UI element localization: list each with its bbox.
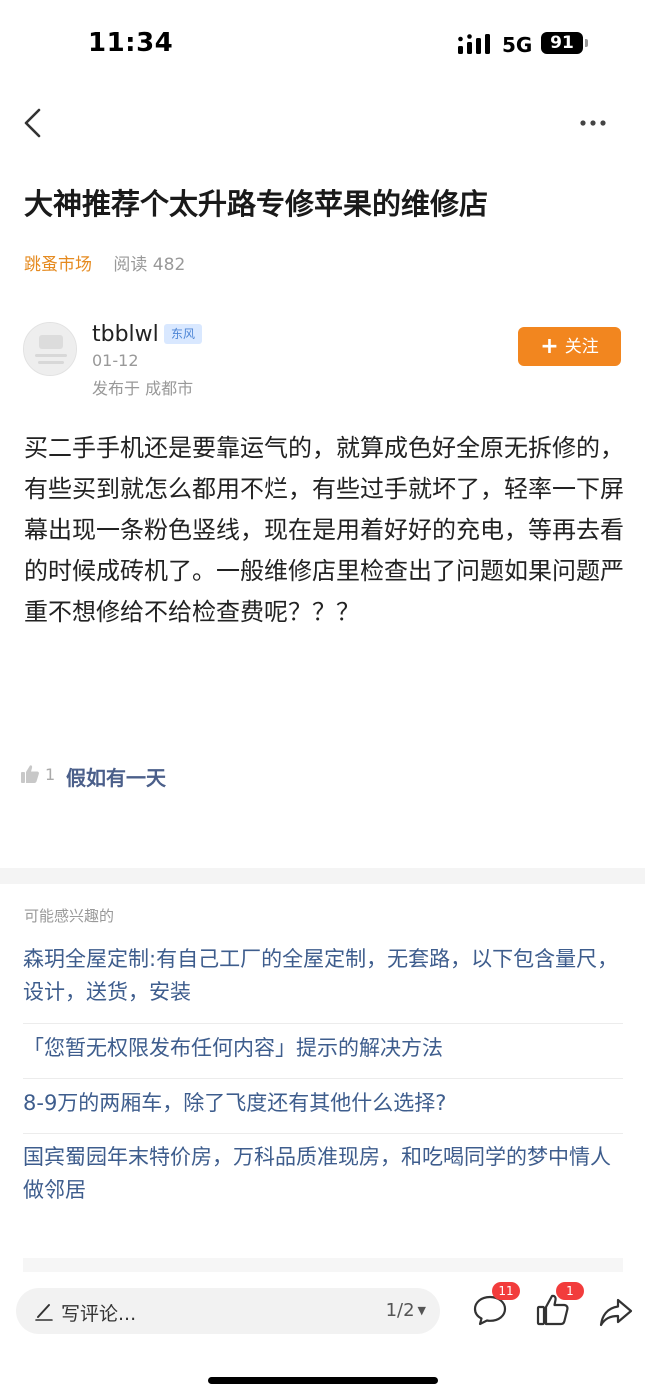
caret-down-icon: ▼	[417, 1304, 426, 1317]
author-level-badge: 东风	[164, 324, 203, 344]
recommend-list: 森玥全屋定制:有自己工厂的全屋定制，无套路，以下包含量尺，设计，送货，安装 「您…	[23, 936, 623, 1221]
read-count: 阅读 482	[113, 255, 186, 275]
article-meta: 跳蚤市场 阅读 482	[24, 250, 185, 275]
share-arrow-icon[interactable]	[598, 1294, 634, 1330]
page-title: 大神推荐个太升路专修苹果的维修店	[24, 187, 489, 221]
section-divider	[0, 868, 645, 884]
list-item[interactable]: 8-9万的两厢车，除了飞度还有其他什么选择?	[23, 1079, 623, 1134]
author-name[interactable]: tbblwl	[92, 322, 159, 347]
list-item[interactable]: 国宾蜀园年末特价房，万科品质准现房，和吃喝同学的梦中情人做邻居	[23, 1134, 623, 1221]
signal-bars-icon	[458, 34, 490, 54]
status-time: 11:34	[88, 28, 174, 58]
status-bar: 11:34 5G 91	[0, 0, 645, 88]
battery-nub	[585, 39, 588, 47]
comment-input[interactable]: 写评论... 1/2 ▼	[16, 1288, 440, 1334]
like-count: 1	[45, 765, 56, 784]
battery-level: 91	[541, 32, 583, 54]
like-count-badge: 1	[556, 1282, 584, 1300]
page-indicator[interactable]: 1/2 ▼	[386, 1300, 426, 1321]
post-body: 买二手手机还是要靠运气的，就算成色好全原无拆修的，有些买到就怎么都用不烂，有些过…	[24, 434, 624, 626]
liker-name[interactable]: 假如有一天	[66, 762, 166, 791]
page-indicator-label: 1/2	[385, 1300, 415, 1321]
post-date: 01-12	[92, 351, 139, 370]
network-type: 5G	[502, 33, 533, 57]
forum-link[interactable]: 跳蚤市场	[24, 255, 92, 275]
follow-label: 关注	[564, 337, 599, 357]
avatar[interactable]	[23, 322, 77, 376]
list-item[interactable]: 「您暂无权限发布任何内容」提示的解决方法	[23, 1024, 623, 1079]
thumbs-up-icon	[21, 765, 39, 783]
comment-count-badge: 11	[492, 1282, 520, 1300]
list-item[interactable]: 森玥全屋定制:有自己工厂的全屋定制，无套路，以下包含量尺，设计，送货，安装	[23, 936, 623, 1024]
more-dots-icon[interactable]	[576, 108, 610, 138]
comment-placeholder: 写评论...	[61, 1303, 137, 1325]
bottom-toolbar: 写评论... 1/2 ▼ 11 1	[0, 1272, 645, 1352]
post-location: 发布于 成都市	[92, 379, 194, 398]
list-footer	[23, 1258, 623, 1272]
pencil-icon	[35, 1304, 53, 1321]
avatar-image	[24, 323, 76, 375]
recommend-title: 可能感兴趣的	[24, 907, 115, 925]
chevron-left-icon[interactable]	[18, 104, 52, 142]
plus-icon: +	[540, 334, 559, 359]
home-indicator	[208, 1377, 438, 1384]
follow-button[interactable]: + 关注	[518, 327, 621, 366]
